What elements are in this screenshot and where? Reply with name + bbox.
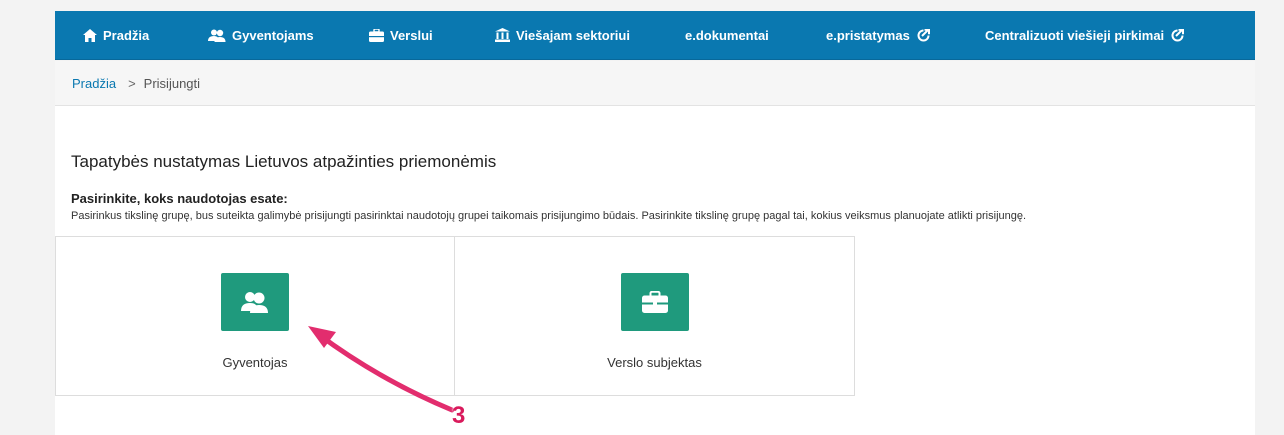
- nav-item-residents[interactable]: Gyventojams: [208, 11, 314, 59]
- nav-item-label: Gyventojams: [232, 27, 314, 43]
- breadcrumb-home-link[interactable]: Pradžia: [72, 76, 116, 91]
- nav-item-label: e.dokumentai: [685, 27, 769, 43]
- main-content: Tapatybės nustatymas Lietuvos atpažintie…: [55, 106, 1255, 435]
- business-tile[interactable]: [620, 273, 689, 331]
- nav-item-business[interactable]: Verslui: [369, 11, 433, 59]
- nav-item-e-delivery[interactable]: e.pristatymas: [826, 11, 930, 59]
- nav-item-label: Centralizuoti viešieji pirkimai: [985, 27, 1165, 43]
- nav-item-e-documents[interactable]: e.dokumentai: [685, 11, 769, 59]
- resident-tile[interactable]: [221, 273, 289, 331]
- breadcrumb: Pradžia > Prisijungti: [55, 61, 1255, 106]
- nav-item-central-procurement[interactable]: Centralizuoti viešieji pirkimai: [985, 11, 1185, 59]
- breadcrumb-separator: >: [128, 75, 136, 91]
- page-title: Tapatybės nustatymas Lietuvos atpažintie…: [71, 152, 497, 171]
- nav-item-home[interactable]: Pradžia: [83, 11, 149, 59]
- user-type-card-business[interactable]: Verslo subjektas: [454, 236, 855, 396]
- users-icon: [208, 29, 226, 42]
- breadcrumb-current: Prisijungti: [143, 75, 201, 91]
- nav-item-label: e.pristatymas: [826, 27, 910, 43]
- page-description: Pasirinkus tikslinę grupę, bus suteikta …: [71, 210, 1027, 222]
- institution-icon: [495, 28, 510, 42]
- user-type-card-resident[interactable]: Gyventojas: [55, 236, 455, 396]
- briefcase-icon: [369, 28, 384, 42]
- nav-item-label: Viešajam sektoriui: [516, 27, 630, 43]
- page-subtitle: Pasirinkite, koks naudotojas esate:: [71, 191, 288, 206]
- nav-item-label: Verslui: [390, 27, 433, 43]
- card-label: Gyventojas: [222, 355, 288, 370]
- card-label: Verslo subjektas: [607, 355, 702, 370]
- users-icon: [241, 292, 268, 313]
- home-icon: [83, 28, 97, 42]
- nav-item-label: Pradžia: [103, 27, 150, 43]
- annotation-step-number: 3: [452, 402, 466, 429]
- external-link-icon: [917, 28, 930, 41]
- briefcase-icon: [641, 291, 668, 313]
- external-link-icon: [1171, 28, 1185, 41]
- nav-item-public-sector[interactable]: Viešajam sektoriui: [495, 11, 630, 59]
- top-navigation: Pradžia Gyventojams Verslui Viešajam sek…: [55, 11, 1255, 60]
